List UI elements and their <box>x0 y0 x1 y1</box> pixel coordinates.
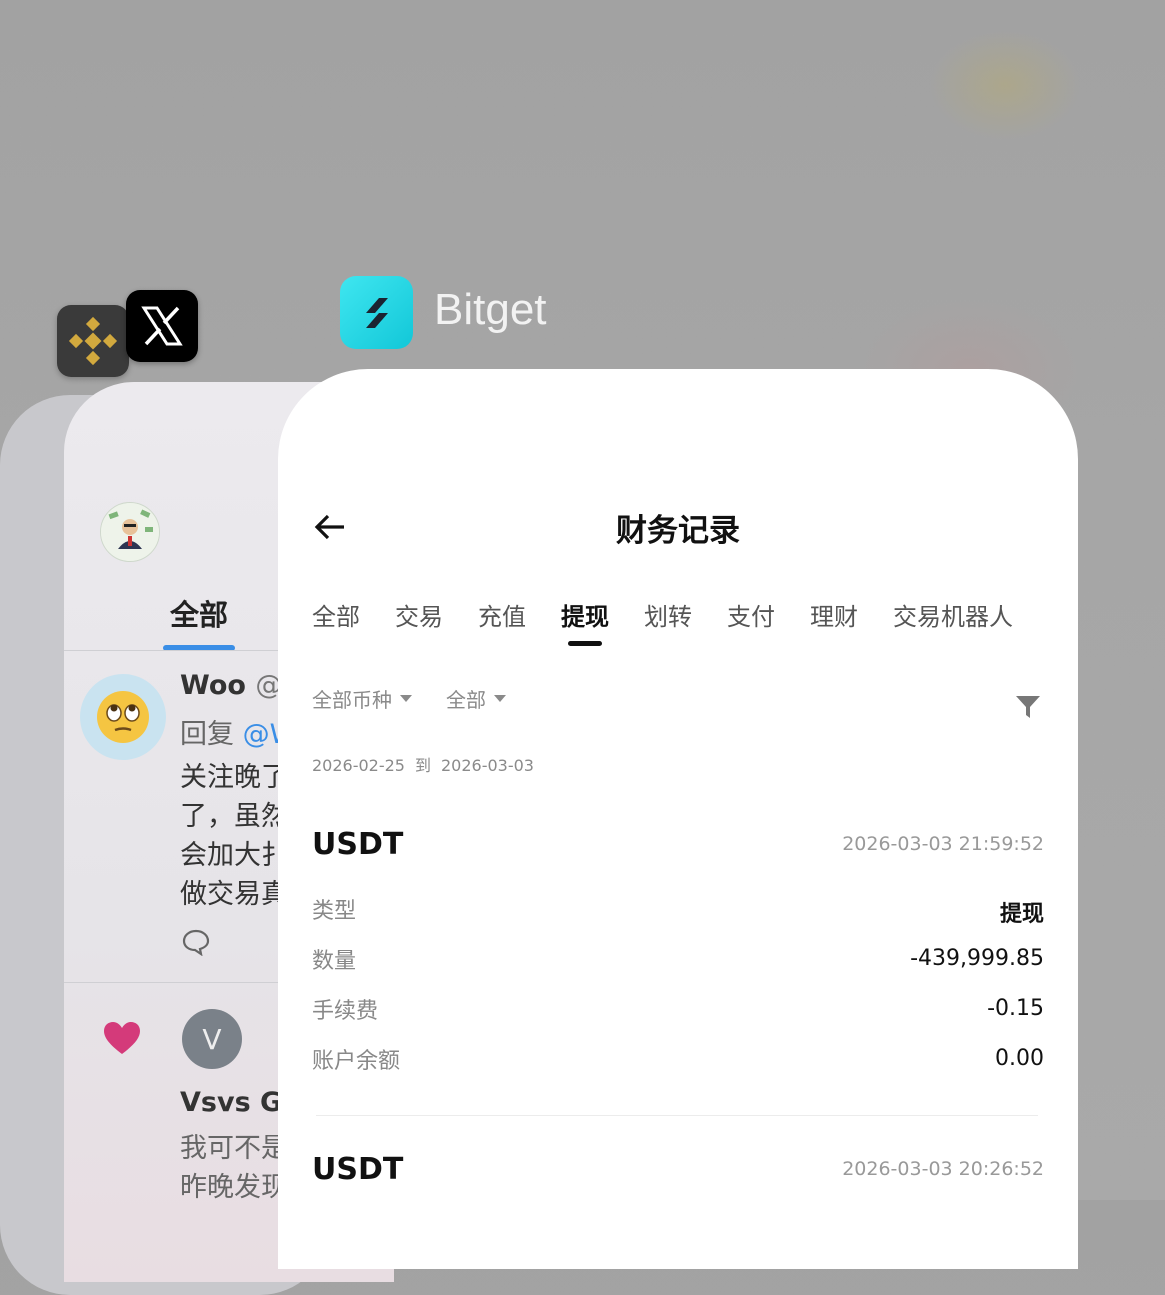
binance-logo-icon <box>68 316 118 366</box>
coin-filter-dropdown[interactable]: 全部币种 <box>312 684 412 713</box>
record-coin: USDT <box>312 827 404 862</box>
tab-payment[interactable]: 支付 <box>727 597 775 632</box>
record-fee-row: 手续费 -0.15 <box>312 996 1044 1024</box>
record-type-row: 类型 提现 <box>312 899 1044 927</box>
x-logo-icon <box>141 306 183 346</box>
post-avatar[interactable] <box>80 674 166 760</box>
status-filter-dropdown[interactable]: 全部 <box>446 684 506 713</box>
comment-icon[interactable] <box>182 928 210 960</box>
filter-funnel-icon[interactable] <box>1015 694 1041 724</box>
avatar-illustration-icon <box>101 503 159 561</box>
tab-transfer[interactable]: 划转 <box>644 597 692 632</box>
tab-deposit[interactable]: 充值 <box>478 597 526 632</box>
divider <box>316 1115 1038 1116</box>
date-range[interactable]: 2026-02-25 到 2026-03-03 <box>312 752 544 776</box>
record-time: 2026-03-03 21:59:52 <box>842 833 1044 855</box>
transaction-record[interactable]: USDT 2026-03-03 20:26:52 <box>312 1152 1044 1212</box>
tab-earn[interactable]: 理财 <box>810 597 858 632</box>
x-app-icon[interactable] <box>126 290 198 362</box>
app-switcher-title: Bitget <box>434 285 547 334</box>
tab-withdraw[interactable]: 提现 <box>561 597 609 646</box>
profile-avatar[interactable] <box>100 502 160 562</box>
tab-trade[interactable]: 交易 <box>395 597 443 632</box>
active-tab-indicator <box>568 641 602 646</box>
page-title: 财务记录 <box>616 513 740 549</box>
post-text: 我可不是 昨晚发现 <box>180 1133 288 1200</box>
record-coin: USDT <box>312 1152 404 1187</box>
chevron-down-icon <box>400 695 412 702</box>
heart-icon <box>102 1020 142 1060</box>
bitget-app-icon[interactable] <box>340 276 413 349</box>
record-balance-row: 账户余额 0.00 <box>312 1046 1044 1074</box>
binance-app-icon[interactable] <box>57 305 129 377</box>
record-time: 2026-03-03 20:26:52 <box>842 1158 1044 1180</box>
record-amount-row: 数量 -439,999.85 <box>312 946 1044 974</box>
user-avatar[interactable]: V <box>182 1009 242 1069</box>
tab-all[interactable]: 全部 <box>170 592 228 634</box>
transaction-record[interactable]: USDT 2026-03-03 21:59:52 类型 提现 数量 -439,9… <box>312 827 1044 1074</box>
eye-roll-emoji-icon <box>97 691 149 743</box>
filter-bar: 全部币种 全部 <box>312 684 506 713</box>
chevron-down-icon <box>494 695 506 702</box>
bitget-logo-icon <box>365 297 388 328</box>
bitget-app-card[interactable]: 财务记录 全部 交易 充值 提现 划转 支付 理财 交易机器人 全部币种 全部 … <box>278 369 1078 1269</box>
background-glow <box>930 30 1080 140</box>
tab-trading-bot[interactable]: 交易机器人 <box>893 597 1013 632</box>
record-type-tabs: 全部 交易 充值 提现 划转 支付 理财 交易机器人 <box>312 597 1013 646</box>
tab-all[interactable]: 全部 <box>312 597 360 632</box>
